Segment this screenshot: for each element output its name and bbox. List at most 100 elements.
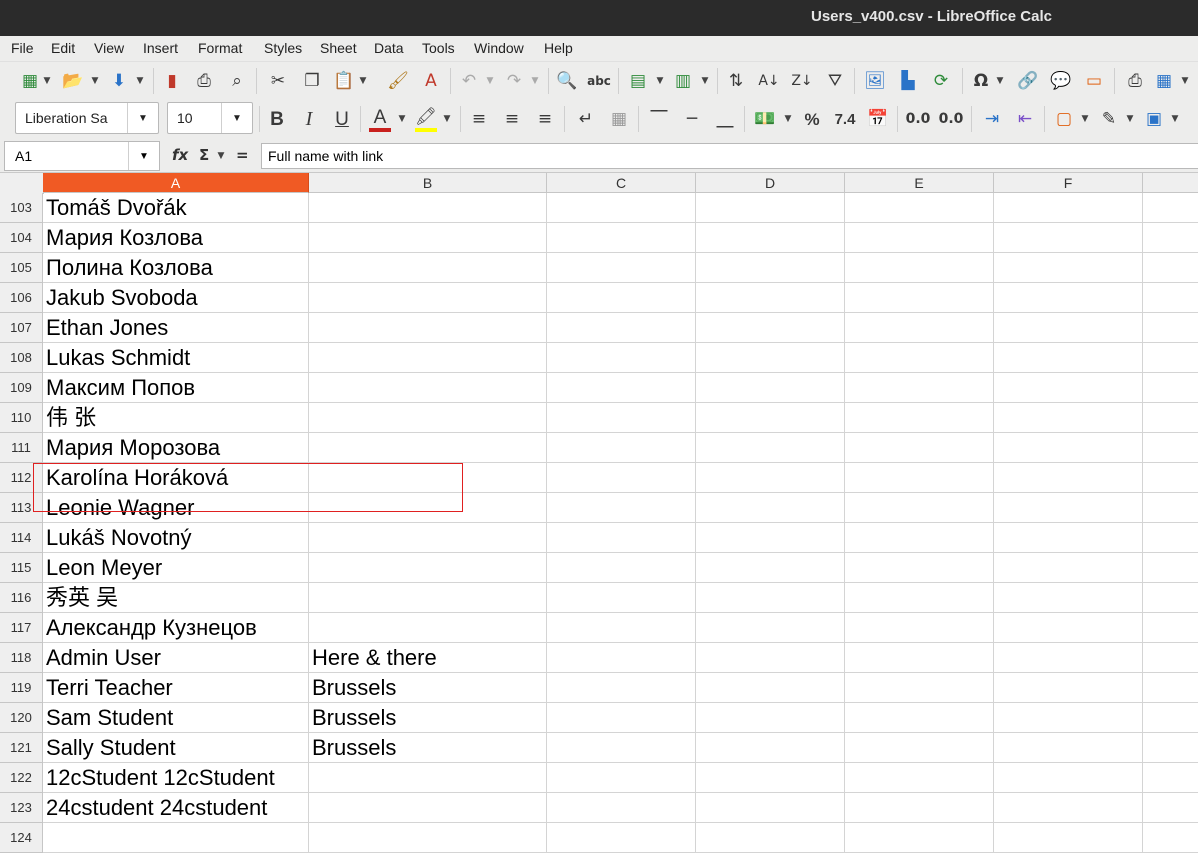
sort-icon[interactable]: ⇅ <box>725 70 747 92</box>
table-cell[interactable] <box>309 463 547 493</box>
headers-footers-icon[interactable]: ▭ <box>1083 70 1105 92</box>
table-cell[interactable] <box>1143 823 1198 853</box>
wrap-text-icon[interactable]: ↵ <box>575 108 597 130</box>
menu-format[interactable]: Format <box>198 40 242 56</box>
table-cell[interactable] <box>1143 523 1198 553</box>
table-cell[interactable]: Terri Teacher <box>43 673 309 703</box>
table-cell[interactable] <box>547 223 696 253</box>
table-cell[interactable] <box>994 523 1143 553</box>
hyperlink-icon[interactable]: 🔗 <box>1017 70 1039 92</box>
row-header[interactable]: 113 <box>0 493 43 523</box>
font-size-combo[interactable]: 10 ▼ <box>167 102 253 134</box>
table-cell[interactable] <box>845 643 994 673</box>
table-cell[interactable] <box>696 523 845 553</box>
row-header[interactable]: 108 <box>0 343 43 373</box>
table-cell[interactable] <box>1143 673 1198 703</box>
table-cell[interactable] <box>547 673 696 703</box>
column-header-b[interactable]: B <box>309 173 547 193</box>
table-cell[interactable] <box>994 373 1143 403</box>
table-cell[interactable]: Полина Козлова <box>43 253 309 283</box>
table-cell[interactable] <box>994 223 1143 253</box>
menu-help[interactable]: Help <box>544 40 573 56</box>
row-header[interactable]: 112 <box>0 463 43 493</box>
table-cell[interactable] <box>547 493 696 523</box>
table-cell[interactable] <box>309 433 547 463</box>
table-cell[interactable] <box>696 193 845 223</box>
row-header[interactable]: 109 <box>0 373 43 403</box>
table-cell[interactable] <box>845 343 994 373</box>
menu-edit[interactable]: Edit <box>51 40 75 56</box>
table-cell[interactable] <box>547 193 696 223</box>
table-cell[interactable] <box>994 193 1143 223</box>
formula-input[interactable]: Full name with link <box>261 143 1198 169</box>
table-cell[interactable] <box>994 763 1143 793</box>
table-cell[interactable] <box>994 493 1143 523</box>
align-middle-icon[interactable]: ─ <box>681 108 703 130</box>
save-icon[interactable]: ⬇ <box>108 70 130 92</box>
row-header[interactable]: 105 <box>0 253 43 283</box>
table-cell[interactable] <box>845 793 994 823</box>
table-cell[interactable] <box>309 523 547 553</box>
copy-icon[interactable]: ❐ <box>301 70 323 92</box>
table-cell[interactable] <box>547 313 696 343</box>
spelling-icon[interactable]: abc <box>587 70 611 92</box>
table-cell[interactable]: Karolína Horáková <box>43 463 309 493</box>
autofilter-icon[interactable]: ⛛ <box>824 70 846 92</box>
undo-icon[interactable]: ↶ <box>458 70 480 92</box>
table-cell[interactable] <box>994 823 1143 853</box>
sum-icon[interactable]: Σ <box>199 146 209 164</box>
borders-dropdown-icon[interactable]: ▼ <box>1080 108 1090 130</box>
table-cell[interactable]: 12cStudent 12cStudent <box>43 763 309 793</box>
sum-dropdown-icon[interactable]: ▼ <box>216 145 226 167</box>
borders-icon[interactable]: ▢ <box>1053 108 1075 130</box>
table-cell[interactable] <box>845 283 994 313</box>
table-cell[interactable] <box>845 673 994 703</box>
increase-indent-icon[interactable]: ⇥ <box>981 108 1003 130</box>
table-cell[interactable] <box>696 733 845 763</box>
align-bottom-icon[interactable]: ⎽ <box>714 108 736 130</box>
add-decimal-icon[interactable]: 0.0 <box>906 108 931 130</box>
column-header-c[interactable]: C <box>547 173 696 193</box>
table-cell[interactable] <box>1143 343 1198 373</box>
bold-icon[interactable]: B <box>266 108 288 130</box>
table-cell[interactable] <box>994 703 1143 733</box>
row-header[interactable]: 111 <box>0 433 43 463</box>
redo-dropdown-icon[interactable]: ▼ <box>530 70 540 92</box>
table-cell[interactable] <box>309 793 547 823</box>
table-cell[interactable] <box>1143 403 1198 433</box>
row-header[interactable]: 117 <box>0 613 43 643</box>
new-spreadsheet-icon[interactable]: ▦ <box>19 70 41 92</box>
currency-icon[interactable]: 💵 <box>754 108 776 130</box>
freeze-dropdown-icon[interactable]: ▼ <box>1180 70 1190 92</box>
row-header[interactable]: 123 <box>0 793 43 823</box>
table-cell[interactable] <box>994 733 1143 763</box>
table-cell[interactable] <box>845 403 994 433</box>
highlight-dropdown-icon[interactable]: ▼ <box>442 108 452 130</box>
table-cell[interactable] <box>845 613 994 643</box>
table-cell[interactable] <box>309 553 547 583</box>
percent-icon[interactable]: % <box>801 108 823 130</box>
table-cell[interactable] <box>994 403 1143 433</box>
table-cell[interactable] <box>696 793 845 823</box>
column-header-d[interactable]: D <box>696 173 845 193</box>
column-header-f[interactable]: F <box>994 173 1143 193</box>
table-cell[interactable] <box>994 583 1143 613</box>
table-cell[interactable]: Мария Козлова <box>43 223 309 253</box>
number-format-icon[interactable]: 7.4 <box>834 108 856 130</box>
table-cell[interactable] <box>309 403 547 433</box>
merge-center-icon[interactable]: ▦ <box>608 108 630 130</box>
table-cell[interactable] <box>994 253 1143 283</box>
table-cell[interactable] <box>547 613 696 643</box>
table-cell[interactable] <box>1143 283 1198 313</box>
save-dropdown-icon[interactable]: ▼ <box>135 70 145 92</box>
row-header[interactable]: 119 <box>0 673 43 703</box>
row-header[interactable]: 124 <box>0 823 43 853</box>
function-wizard-icon[interactable]: fx <box>172 146 188 164</box>
menu-tools[interactable]: Tools <box>422 40 455 56</box>
row-header[interactable]: 118 <box>0 643 43 673</box>
table-cell[interactable] <box>696 463 845 493</box>
table-cell[interactable] <box>547 793 696 823</box>
delete-decimal-icon[interactable]: 0.0 <box>939 108 964 130</box>
special-character-dropdown-icon[interactable]: ▼ <box>995 70 1005 92</box>
table-cell[interactable]: Ethan Jones <box>43 313 309 343</box>
